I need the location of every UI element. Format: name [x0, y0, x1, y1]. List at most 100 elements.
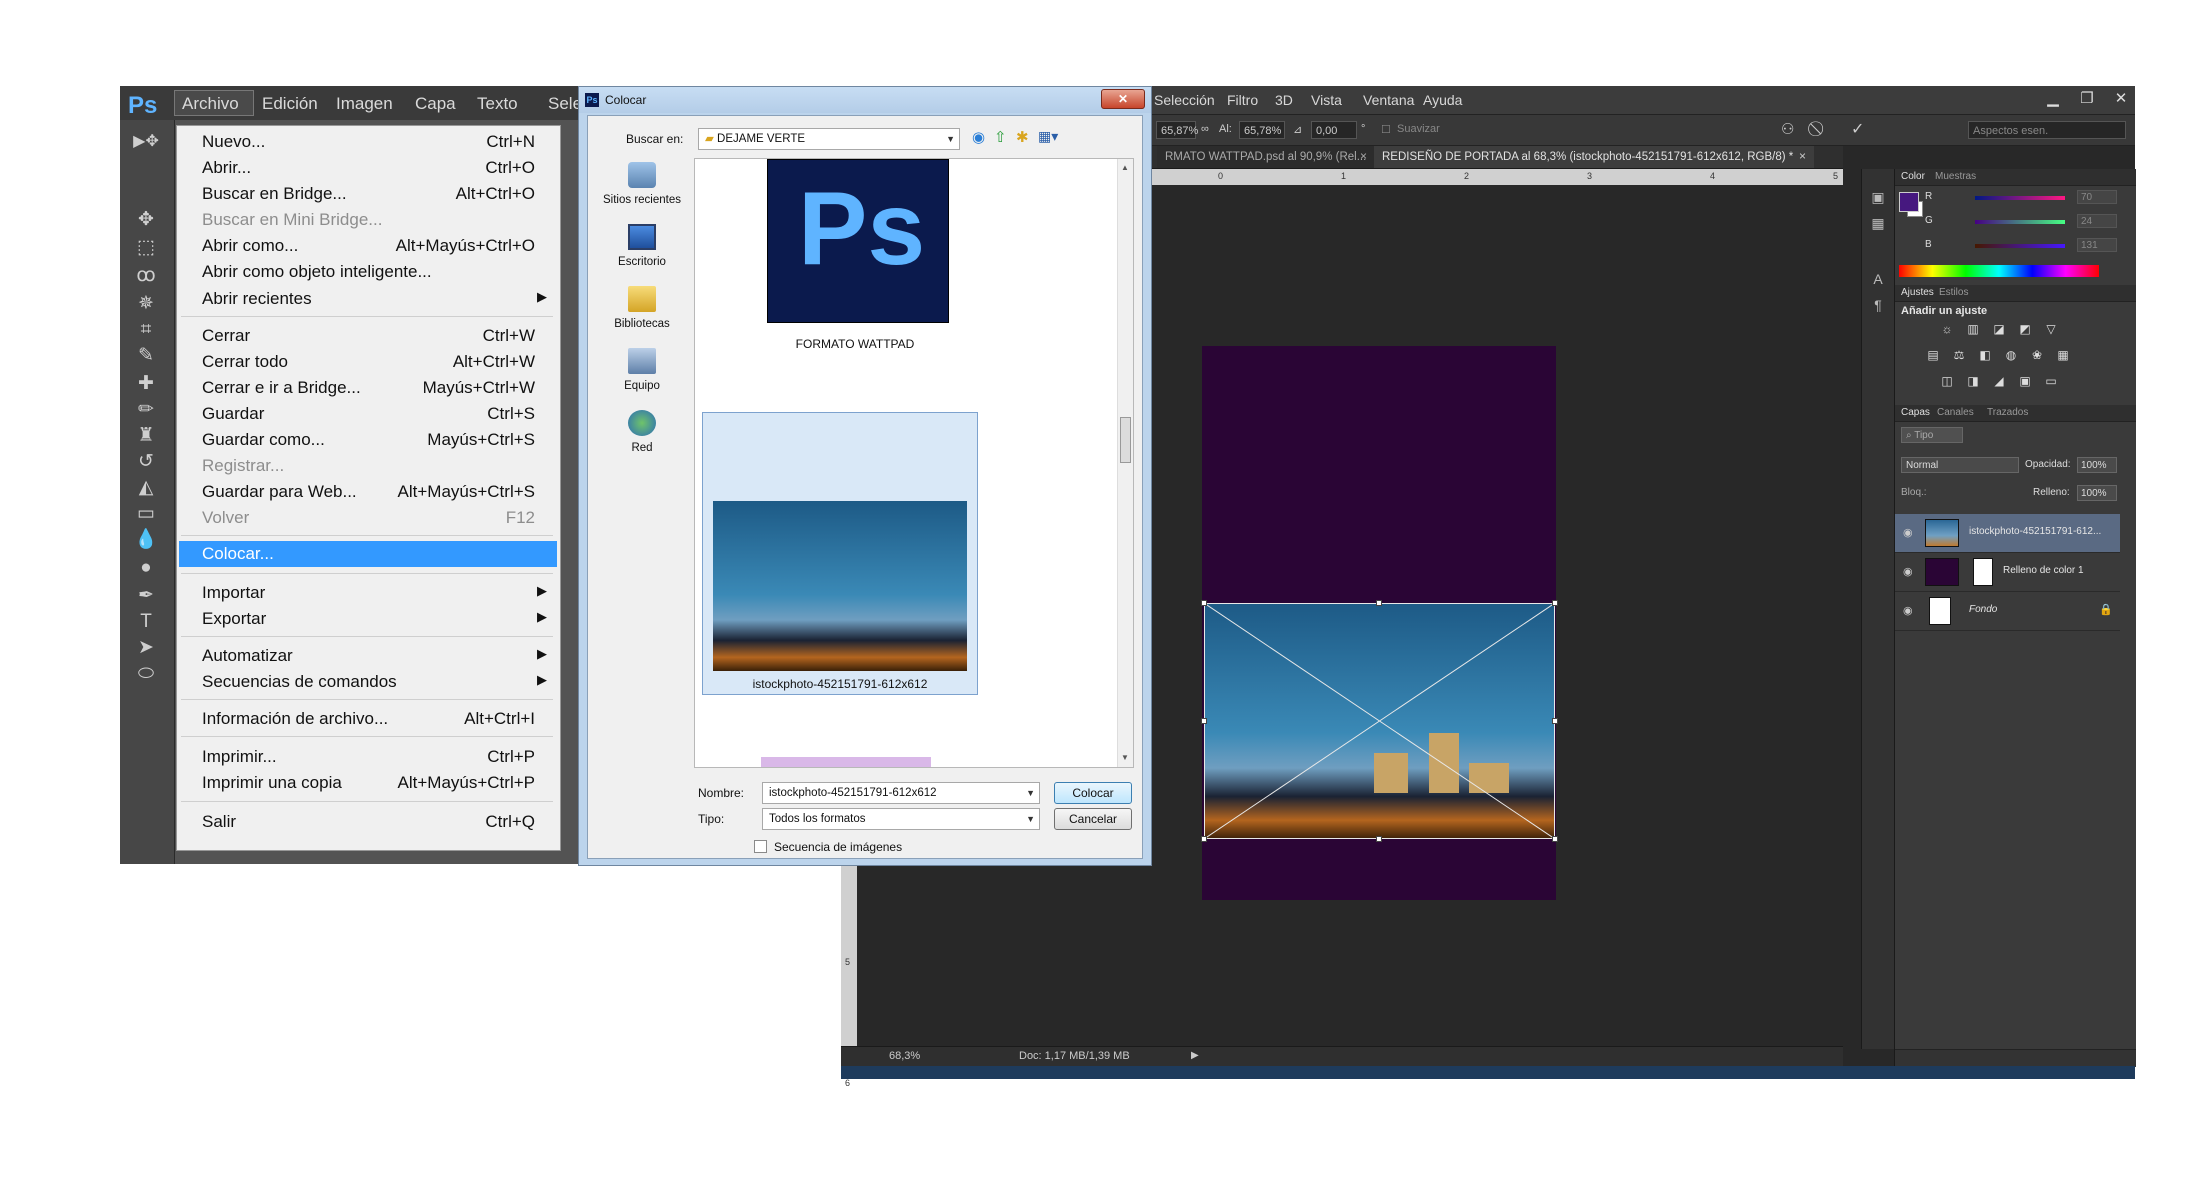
ellipse-icon[interactable]: ⬭: [132, 662, 160, 686]
transform-handle[interactable]: [1201, 600, 1207, 606]
eye-icon[interactable]: ◉: [1903, 604, 1913, 617]
opacity-field[interactable]: 100%: [2077, 457, 2117, 473]
character-icon[interactable]: A: [1868, 269, 1888, 289]
place-recent[interactable]: Sitios recientes: [596, 158, 688, 220]
healing-icon[interactable]: ✚: [132, 372, 160, 396]
layer-filter-select[interactable]: ⌕ Tipo: [1901, 427, 1963, 443]
tab-trazados[interactable]: Trazados: [1987, 407, 2028, 418]
mixer-icon[interactable]: ❀: [2029, 347, 2045, 363]
stamp-icon[interactable]: ♜: [132, 424, 160, 448]
path-selection-icon[interactable]: ➤: [132, 636, 160, 660]
eye-icon[interactable]: ◉: [1903, 526, 1913, 539]
transform-handle[interactable]: [1201, 718, 1207, 724]
blue-value[interactable]: 131: [2077, 238, 2117, 252]
scroll-up-icon[interactable]: ▲: [1121, 163, 1129, 172]
lasso-icon[interactable]: ꝏ: [132, 264, 160, 288]
menu-filtro[interactable]: Filtro: [1227, 92, 1258, 108]
bw-icon[interactable]: ◧: [1977, 347, 1993, 363]
tab-close-icon[interactable]: ×: [1360, 149, 1367, 163]
tab-canales[interactable]: Canales: [1937, 407, 1974, 418]
menu-item-importar[interactable]: Importar ▶: [179, 580, 557, 606]
layer-name[interactable]: Relleno de color 1: [2003, 565, 2084, 576]
marquee-icon[interactable]: ⬚: [132, 236, 160, 260]
commit-transform-icon[interactable]: ✓: [1851, 119, 1864, 139]
posterize-icon[interactable]: ◨: [1965, 373, 1981, 389]
tab-rediseno-portada[interactable]: REDISEÑO DE PORTADA al 68,3% (istockphot…: [1374, 146, 1814, 168]
menu-item-abrir[interactable]: Abrir... Ctrl+O: [179, 155, 557, 181]
scrollbar-thumb[interactable]: [1120, 417, 1131, 463]
file-item[interactable]: Ps FORMATO WATTPAD: [695, 159, 1133, 359]
fill-field[interactable]: 100%: [2077, 485, 2117, 501]
curves-icon[interactable]: ◪: [1991, 321, 2007, 337]
transform-handle[interactable]: [1552, 836, 1558, 842]
menu-item-nuevo[interactable]: Nuevo... Ctrl+N: [179, 129, 557, 155]
menu-item-abrir-recientes[interactable]: Abrir recientes ▶: [179, 286, 557, 312]
photo-filter-icon[interactable]: ◍: [2003, 347, 2019, 363]
name-input[interactable]: istockphoto-452151791-612x612 ▼: [762, 782, 1040, 804]
sequence-checkbox[interactable]: [754, 840, 767, 853]
menu-item-imprimir-copia[interactable]: Imprimir una copia Alt+Mayús+Ctrl+P: [179, 770, 557, 796]
green-slider[interactable]: G 24: [1925, 214, 2155, 229]
lookup-icon[interactable]: ▦: [2055, 347, 2071, 363]
menu-capa[interactable]: Capa: [415, 94, 456, 114]
colocar-button[interactable]: Colocar: [1054, 782, 1132, 804]
levels-icon[interactable]: ▥: [1965, 321, 1981, 337]
menu-item-abrir-objeto-inteligente[interactable]: Abrir como objeto inteligente...: [179, 259, 557, 285]
selective-color-icon[interactable]: ▣: [2017, 373, 2033, 389]
exposure-icon[interactable]: ◩: [2017, 321, 2033, 337]
color-spectrum[interactable]: [1899, 265, 2099, 277]
move-tool-icon[interactable]: ▶✥: [132, 130, 160, 154]
place-desktop[interactable]: Escritorio: [596, 220, 688, 282]
gradient-icon[interactable]: ▭: [132, 502, 160, 526]
menu-imagen[interactable]: Imagen: [336, 94, 393, 114]
layer-row[interactable]: ◉ istockphoto-452151791-612...: [1895, 514, 2120, 553]
red-bar[interactable]: [1975, 196, 2065, 200]
menu-item-cerrar-todo[interactable]: Cerrar todo Alt+Ctrl+W: [179, 349, 557, 375]
balance-icon[interactable]: ⚖: [1951, 347, 1967, 363]
menu-item-colocar[interactable]: Colocar...: [179, 541, 557, 567]
layer-row[interactable]: ◉ Relleno de color 1: [1895, 553, 2120, 592]
dialog-close-button[interactable]: ✕: [1101, 89, 1145, 109]
menu-texto[interactable]: Texto: [477, 94, 518, 114]
menu-item-informacion[interactable]: Información de archivo... Alt+Ctrl+I: [179, 706, 557, 732]
menu-item-secuencias[interactable]: Secuencias de comandos ▶: [179, 669, 557, 695]
type-select[interactable]: Todos los formatos ▼: [762, 808, 1040, 830]
status-arrow-icon[interactable]: ▶: [1191, 1050, 1199, 1061]
foreground-swatch[interactable]: [1899, 192, 1919, 212]
up-folder-icon[interactable]: ⇧: [994, 128, 1007, 146]
blend-mode-select[interactable]: Normal: [1901, 457, 2019, 473]
type-icon[interactable]: T: [132, 610, 160, 634]
brush-icon[interactable]: ✏: [132, 398, 160, 422]
layer-name[interactable]: Fondo: [1969, 604, 1997, 615]
red-value[interactable]: 70: [2077, 190, 2117, 204]
transform-handle[interactable]: [1552, 718, 1558, 724]
blur-icon[interactable]: 💧: [132, 528, 160, 552]
paragraph-icon[interactable]: ¶: [1868, 295, 1888, 315]
brightness-icon[interactable]: ☼: [1939, 321, 1955, 337]
menu-item-abrir-como[interactable]: Abrir como... Alt+Mayús+Ctrl+O: [179, 233, 557, 259]
new-folder-icon[interactable]: ✱: [1016, 128, 1029, 146]
menu-ventana[interactable]: Ventana: [1363, 92, 1414, 108]
gradient-map-icon[interactable]: ▭: [2043, 373, 2059, 389]
minimize-icon[interactable]: ▁: [2036, 88, 2070, 110]
back-icon[interactable]: ◉: [972, 128, 985, 146]
menu-item-guardar[interactable]: Guardar Ctrl+S: [179, 401, 557, 427]
transform-handle[interactable]: [1376, 836, 1382, 842]
menu-3d[interactable]: 3D: [1275, 92, 1293, 108]
blue-bar[interactable]: [1975, 244, 2065, 248]
menu-item-exportar[interactable]: Exportar ▶: [179, 606, 557, 632]
history-brush-icon[interactable]: ↺: [132, 450, 160, 474]
menu-seleccion[interactable]: Sele: [548, 94, 582, 114]
vibrance-icon[interactable]: ▽: [2043, 321, 2059, 337]
magic-wand-icon[interactable]: ✵: [132, 292, 160, 316]
file-item-selected[interactable]: istockphoto-452151791-612x612: [702, 412, 978, 695]
menu-item-cerrar[interactable]: Cerrar Ctrl+W: [179, 323, 557, 349]
red-slider[interactable]: R 70: [1925, 190, 2155, 205]
hue-icon[interactable]: ▤: [1925, 347, 1941, 363]
tab-ajustes[interactable]: Ajustes: [1901, 287, 1934, 298]
tab-muestras[interactable]: Muestras: [1935, 171, 1976, 182]
green-bar[interactable]: [1975, 220, 2065, 224]
threshold-icon[interactable]: ◢: [1991, 373, 2007, 389]
eraser-icon[interactable]: ◭: [132, 476, 160, 500]
menu-item-buscar-bridge[interactable]: Buscar en Bridge... Alt+Ctrl+O: [179, 181, 557, 207]
